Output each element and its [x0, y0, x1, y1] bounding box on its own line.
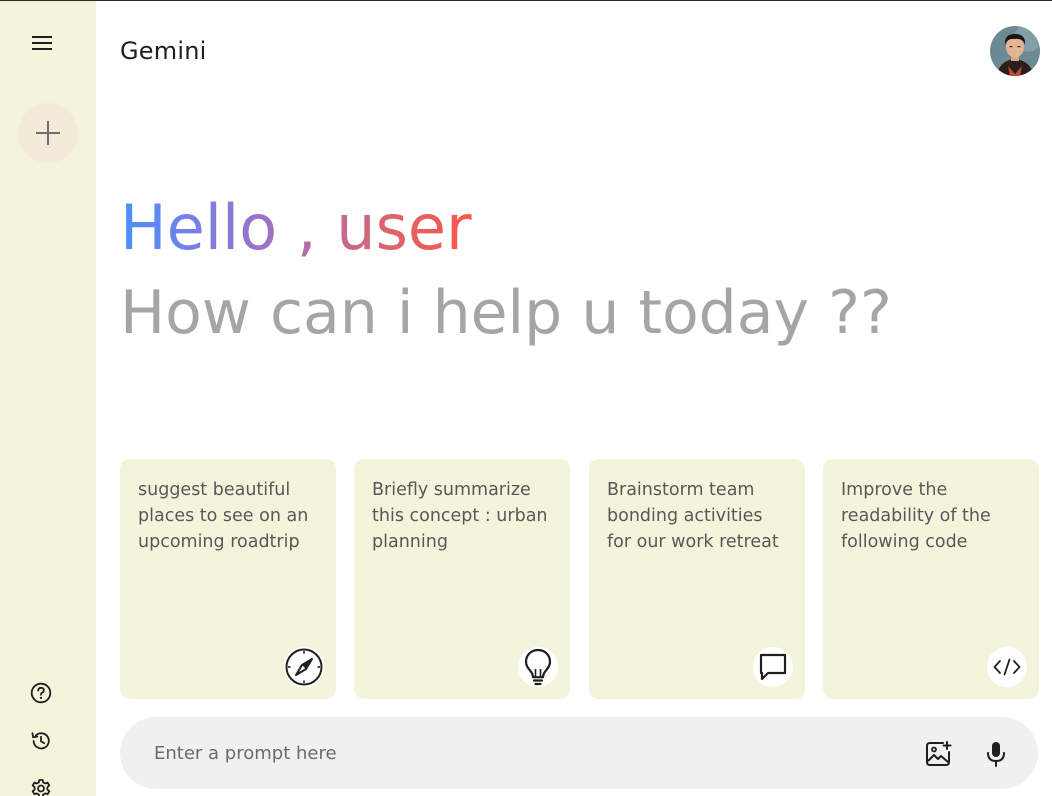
- prompt-bar: [120, 717, 1038, 789]
- upload-image-button[interactable]: [923, 739, 953, 769]
- settings-icon: [31, 779, 51, 796]
- card-text: suggest beautiful places to see on an up…: [138, 480, 309, 552]
- menu-button[interactable]: [28, 31, 56, 55]
- help-button[interactable]: [29, 681, 53, 705]
- history-button[interactable]: [29, 729, 53, 753]
- microphone-button[interactable]: [981, 739, 1011, 769]
- menu-icon: [32, 36, 52, 50]
- message-icon: [759, 653, 787, 681]
- prompt-input[interactable]: [154, 717, 914, 789]
- card-icon-holder: [284, 647, 324, 687]
- suggestion-card[interactable]: Brainstorm team bonding activities for o…: [589, 459, 805, 699]
- avatar-icon: [990, 26, 1040, 76]
- suggestion-card[interactable]: Improve the readability of the following…: [823, 459, 1039, 699]
- greeting-heading: Hello , user: [120, 191, 472, 265]
- card-text: Improve the readability of the following…: [841, 480, 991, 552]
- suggestion-cards: suggest beautiful places to see on an up…: [120, 459, 1040, 699]
- user-avatar[interactable]: [990, 26, 1040, 76]
- help-icon: [30, 682, 52, 704]
- image-add-icon: [926, 741, 952, 766]
- card-icon-holder: [987, 647, 1027, 687]
- greeting-text: Hello , user: [120, 191, 472, 264]
- history-icon: [31, 732, 50, 750]
- microphone-icon: [987, 742, 1005, 767]
- card-icon-holder: [753, 647, 793, 687]
- lightbulb-icon: [524, 648, 552, 686]
- suggestion-card[interactable]: Briefly summarize this concept : urban p…: [354, 459, 570, 699]
- app-title: Gemini: [120, 37, 207, 65]
- suggestion-card[interactable]: suggest beautiful places to see on an up…: [120, 459, 336, 699]
- settings-button[interactable]: [29, 777, 53, 796]
- app-window: Gemini Hello , user How can i help u tod…: [0, 0, 1052, 796]
- compass-icon: [285, 648, 323, 686]
- plus-icon: [36, 121, 60, 145]
- card-icon-holder: [518, 647, 558, 687]
- card-text: Briefly summarize this concept : urban p…: [372, 480, 548, 552]
- code-icon: [993, 658, 1021, 676]
- sidebar: [0, 1, 96, 796]
- card-text: Brainstorm team bonding activities for o…: [607, 480, 779, 552]
- new-chat-button[interactable]: [18, 103, 78, 163]
- greeting-subtitle: How can i help u today ??: [120, 278, 892, 348]
